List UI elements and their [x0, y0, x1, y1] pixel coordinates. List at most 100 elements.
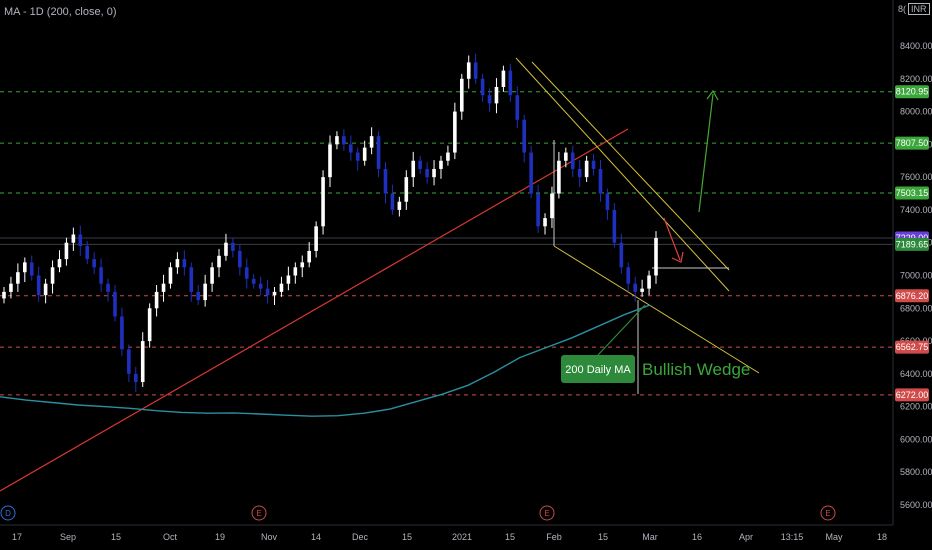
candle-body	[238, 250, 242, 268]
x-tick-label: Sep	[60, 532, 76, 542]
y-tick-label: 6200.00	[900, 402, 932, 412]
x-tick-label: 15	[402, 532, 412, 542]
candle-body	[570, 152, 575, 169]
candle-body	[529, 152, 533, 194]
price-tag-0: 8120.95	[895, 85, 929, 99]
wedge-upper-line-2	[531, 61, 730, 271]
price-tags: 8120.957807.507503.157229.007189.656876.…	[895, 85, 929, 402]
candle-body	[106, 283, 110, 292]
candle-body	[29, 262, 34, 276]
price-tag-label: 7189.65	[896, 239, 929, 249]
candle-body	[612, 209, 617, 243]
candle-body	[404, 177, 409, 202]
candle-body	[564, 152, 568, 161]
candle-body	[286, 275, 291, 284]
candle-body	[605, 193, 610, 210]
event-marker-label: E	[825, 509, 830, 518]
candle-body	[182, 259, 187, 268]
candle-body	[522, 119, 527, 153]
price-tag-label: 8120.95	[896, 87, 929, 97]
x-tick-label: 15	[505, 532, 515, 542]
candle-body	[626, 267, 631, 284]
candle-body	[127, 349, 131, 374]
x-tick-label: 15	[111, 532, 121, 542]
x-tick-label: 13:15	[781, 532, 804, 542]
candle-body	[543, 218, 547, 227]
ma-series	[0, 304, 651, 417]
price-tag-7: 6272.00	[895, 388, 929, 402]
candle-body	[2, 291, 6, 299]
candle-body	[210, 267, 214, 284]
candle-body	[224, 242, 228, 256]
price-tag-label: 6876.20	[896, 291, 929, 301]
candle-body	[293, 267, 298, 276]
x-tick-label: Dec	[352, 532, 369, 542]
candle-body	[633, 283, 637, 292]
candle-body	[550, 193, 554, 219]
y-tick-label: 6800.00	[900, 303, 932, 313]
candle-body	[557, 160, 561, 194]
price-tag-5: 6876.20	[895, 289, 929, 303]
candle-body	[577, 168, 582, 178]
candle-body	[355, 152, 360, 161]
x-tick-label: 15	[598, 532, 608, 542]
y-tick-label: 5600.00	[900, 500, 932, 510]
candle-body	[57, 259, 62, 268]
price-tag-6: 6562.75	[895, 340, 929, 354]
candle-body	[501, 70, 506, 87]
candle-body	[217, 255, 221, 268]
x-tick-label: 14	[311, 532, 321, 542]
y-tick-label: 8400.00	[900, 41, 932, 51]
candle-body	[466, 62, 471, 79]
pattern-label: Bullish Wedge	[642, 360, 750, 379]
y-tick-label: 6000.00	[900, 434, 932, 444]
candles	[2, 53, 658, 392]
candle-body	[168, 267, 173, 284]
candle-body	[120, 316, 124, 350]
candle-body	[390, 193, 395, 210]
candle-body	[418, 160, 422, 169]
candle-body	[251, 278, 256, 284]
candle-body	[335, 136, 339, 145]
price-tag-label: 6272.00	[896, 390, 929, 400]
price-tag-1: 7807.50	[895, 136, 929, 150]
candle-body	[494, 86, 499, 104]
x-tick-label: 19	[215, 532, 225, 542]
trendlines	[0, 57, 760, 492]
candle-body	[654, 237, 658, 276]
y-tick-label: 6400.00	[900, 369, 932, 379]
candle-body	[314, 226, 318, 251]
candle-body	[272, 291, 277, 296]
x-tick-label: Nov	[261, 532, 278, 542]
y-tick-label: 7000.00	[900, 271, 932, 281]
x-axis: 17 Sep 15 Oct 19 Nov 14 Dec 15 2021 15 Feb 15 Mar 16 Ap…	[0, 524, 893, 542]
x-tick-label: 16	[692, 532, 702, 542]
candle-body	[231, 242, 235, 251]
x-tick-label: 18	[877, 532, 887, 542]
event-marker-label: D	[5, 509, 11, 518]
candle-body	[189, 267, 194, 292]
candle-body	[9, 283, 13, 292]
price-chart[interactable]: 5600.005800.006000.006200.006400.006600.…	[0, 0, 932, 550]
candle-body	[536, 193, 540, 227]
y-tick-label: 8000.00	[900, 107, 932, 117]
y-tick-label: 7400.00	[900, 205, 932, 215]
candle-body	[432, 168, 436, 178]
candle-body	[140, 341, 145, 383]
candle-body	[321, 177, 325, 227]
candle-body	[196, 291, 201, 301]
price-tag-label: 7503.15	[896, 188, 929, 198]
event-markers: DEEE	[0, 505, 836, 521]
candle-body	[376, 136, 381, 169]
event-marker-label: E	[256, 509, 261, 518]
candle-body	[133, 373, 138, 383]
candle-body	[349, 144, 353, 153]
candle-body	[397, 201, 402, 210]
candle-body	[258, 283, 263, 289]
arrow-down-line	[663, 217, 681, 261]
candle-body	[147, 308, 152, 342]
candle-body	[453, 111, 457, 153]
ascending-trendline	[0, 128, 629, 492]
candle-body	[113, 291, 117, 317]
price-tag-label: 6562.75	[896, 342, 929, 352]
